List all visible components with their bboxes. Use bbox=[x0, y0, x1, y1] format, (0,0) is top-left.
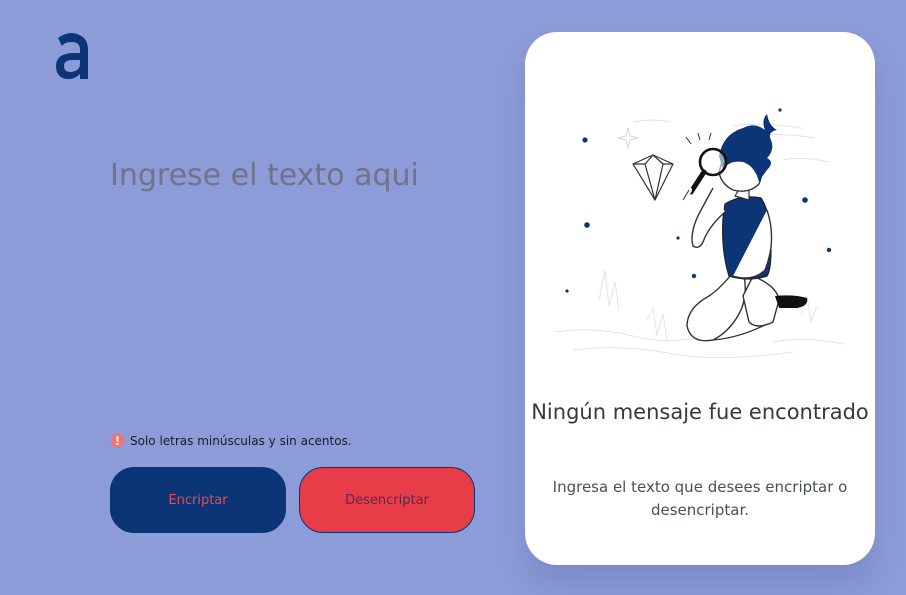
text-input[interactable] bbox=[110, 150, 490, 410]
result-title: Ningún mensaje fue encontrado bbox=[531, 400, 869, 424]
person-searching-illustration bbox=[554, 108, 844, 359]
alura-logo-icon bbox=[56, 33, 88, 80]
encrypt-button[interactable]: Encriptar bbox=[110, 467, 286, 533]
warning-text: Solo letras minúsculas y sin acentos. bbox=[130, 433, 352, 448]
warning-message: Solo letras minúsculas y sin acentos. bbox=[110, 433, 352, 448]
exclamation-circle-icon bbox=[110, 433, 125, 448]
result-description: Ingresa el texto que desees encriptar o … bbox=[552, 478, 848, 519]
decrypt-button[interactable]: Desencriptar bbox=[299, 467, 475, 533]
result-panel: Ningún mensaje fue encontrado Ingresa el… bbox=[525, 32, 875, 565]
